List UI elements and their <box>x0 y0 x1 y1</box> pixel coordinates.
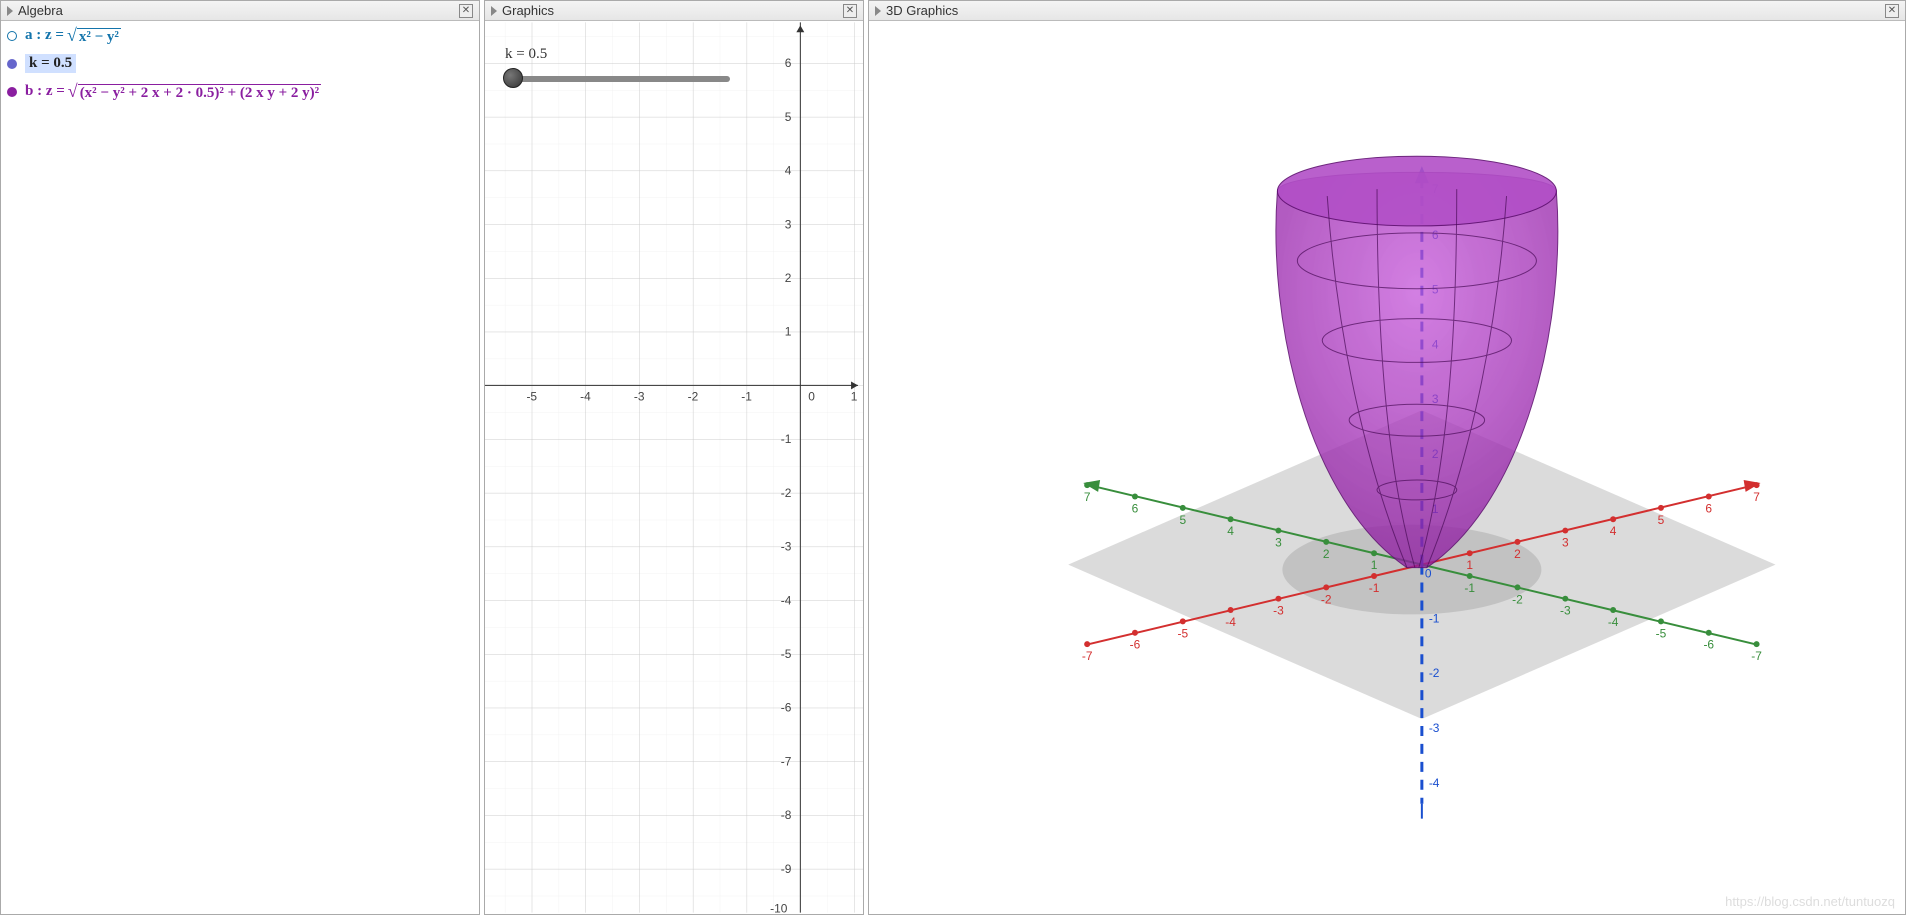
svg-text:-6: -6 <box>781 701 792 715</box>
algebra-body: a : z = √x² − y² k = 0.5 b : z = √(x² − … <box>1 21 479 914</box>
slider-label: k = 0.5 <box>505 46 547 63</box>
svg-text:-3: -3 <box>1273 604 1284 618</box>
svg-text:-2: -2 <box>688 389 699 403</box>
svg-text:3: 3 <box>1275 535 1282 549</box>
svg-text:7: 7 <box>1084 490 1091 504</box>
close-icon[interactable]: ✕ <box>843 4 857 18</box>
formula-a-prefix: a : z = <box>25 27 64 44</box>
collapse-icon[interactable] <box>491 6 497 16</box>
watermark: https://blog.csdn.net/tuntuozq <box>1725 894 1895 909</box>
svg-text:5: 5 <box>1179 513 1186 527</box>
svg-text:-5: -5 <box>781 647 792 661</box>
svg-text:6: 6 <box>1132 501 1139 515</box>
3d-header[interactable]: 3D Graphics ✕ <box>869 1 1905 21</box>
svg-text:-6: -6 <box>1703 638 1714 652</box>
svg-text:-7: -7 <box>781 754 792 768</box>
svg-text:-7: -7 <box>1751 649 1762 663</box>
svg-text:-4: -4 <box>1225 615 1236 629</box>
svg-text:-1: -1 <box>1369 581 1380 595</box>
svg-text:3: 3 <box>785 217 792 231</box>
svg-text:-2: -2 <box>781 486 792 500</box>
graphics-body[interactable]: -5 -4 -3 -2 -1 0 1 6 5 4 3 2 1 -1 -2 -3 … <box>485 21 863 914</box>
svg-text:-5: -5 <box>1177 626 1188 640</box>
graphics-canvas[interactable]: -5 -4 -3 -2 -1 0 1 6 5 4 3 2 1 -1 -2 -3 … <box>485 21 863 914</box>
svg-text:-1: -1 <box>741 389 752 403</box>
slider-track[interactable] <box>510 76 730 82</box>
visibility-toggle-k[interactable] <box>7 59 17 69</box>
svg-text:-5: -5 <box>1656 626 1667 640</box>
3d-body[interactable]: 1 2 3 4 5 6 7 -1 -2 -3 -4 -5 -6 -7 1 2 3 4 5 6 7 -1 -2 -3 -4 -5 -… <box>869 21 1905 914</box>
svg-text:0: 0 <box>808 389 815 403</box>
svg-text:1: 1 <box>851 389 858 403</box>
svg-text:-2: -2 <box>1512 592 1523 606</box>
formula-k: k = 0.5 <box>25 54 76 73</box>
svg-text:-1: -1 <box>781 432 792 446</box>
svg-text:-3: -3 <box>1560 604 1571 618</box>
collapse-icon[interactable] <box>7 6 13 16</box>
svg-text:6: 6 <box>785 56 792 70</box>
close-icon[interactable]: ✕ <box>459 4 473 18</box>
3d-canvas[interactable]: 1 2 3 4 5 6 7 -1 -2 -3 -4 -5 -6 -7 1 2 3 4 5 6 7 -1 -2 -3 -4 -5 -… <box>869 21 1905 914</box>
formula-b-prefix: b : z = <box>25 83 65 100</box>
svg-text:1: 1 <box>785 325 792 339</box>
svg-text:-10: -10 <box>770 902 788 914</box>
algebra-item-a[interactable]: a : z = √x² − y² <box>1 21 479 50</box>
svg-text:-3: -3 <box>1429 721 1440 735</box>
svg-text:7: 7 <box>1753 490 1760 504</box>
svg-text:2: 2 <box>785 271 792 285</box>
svg-text:-1: -1 <box>1464 581 1475 595</box>
svg-text:-5: -5 <box>526 389 537 403</box>
algebra-header[interactable]: Algebra ✕ <box>1 1 479 21</box>
svg-text:-3: -3 <box>781 540 792 554</box>
svg-text:-8: -8 <box>781 808 792 822</box>
graphics-title: Graphics <box>502 3 843 18</box>
formula-b-sqrt: √(x² − y² + 2 x + 2 · 0.5)² + (2 x y + 2… <box>65 81 321 102</box>
svg-text:4: 4 <box>785 164 792 178</box>
svg-text:2: 2 <box>1323 547 1330 561</box>
svg-text:4: 4 <box>1610 524 1617 538</box>
graphics-header[interactable]: Graphics ✕ <box>485 1 863 21</box>
svg-text:-4: -4 <box>1608 615 1619 629</box>
svg-text:-3: -3 <box>634 389 645 403</box>
collapse-icon[interactable] <box>875 6 881 16</box>
svg-text:1: 1 <box>1371 558 1378 572</box>
svg-text:-4: -4 <box>580 389 591 403</box>
svg-text:2: 2 <box>1514 547 1521 561</box>
slider-thumb[interactable] <box>503 68 523 88</box>
svg-text:4: 4 <box>1227 524 1234 538</box>
close-icon[interactable]: ✕ <box>1885 4 1899 18</box>
algebra-item-k[interactable]: k = 0.5 <box>1 50 479 77</box>
svg-text:6: 6 <box>1705 501 1712 515</box>
svg-text:-4: -4 <box>781 593 792 607</box>
svg-text:5: 5 <box>785 110 792 124</box>
svg-text:-4: -4 <box>1429 776 1440 790</box>
algebra-title: Algebra <box>18 3 459 18</box>
svg-text:0: 0 <box>1425 567 1432 581</box>
svg-text:3: 3 <box>1562 535 1569 549</box>
svg-text:-2: -2 <box>1321 592 1332 606</box>
svg-text:-1: -1 <box>1429 611 1440 625</box>
visibility-toggle-a[interactable] <box>7 31 17 41</box>
svg-text:-9: -9 <box>781 862 792 876</box>
svg-text:5: 5 <box>1658 513 1665 527</box>
3d-title: 3D Graphics <box>886 3 1885 18</box>
graphics-panel: Graphics ✕ -5 -4 -3 -2 <box>484 0 864 915</box>
svg-text:-6: -6 <box>1130 638 1141 652</box>
svg-text:-7: -7 <box>1082 649 1093 663</box>
svg-text:1: 1 <box>1466 558 1473 572</box>
algebra-panel: Algebra ✕ a : z = √x² − y² k = 0.5 b : z… <box>0 0 480 915</box>
visibility-toggle-b[interactable] <box>7 87 17 97</box>
3d-graphics-panel: 3D Graphics ✕ 1 2 3 4 5 6 7 -1 -2 -3 -4 -5 -6 -7 <box>868 0 1906 915</box>
svg-text:-2: -2 <box>1429 666 1440 680</box>
formula-a-sqrt: √x² − y² <box>64 25 121 46</box>
algebra-item-b[interactable]: b : z = √(x² − y² + 2 x + 2 · 0.5)² + (2… <box>1 77 479 106</box>
